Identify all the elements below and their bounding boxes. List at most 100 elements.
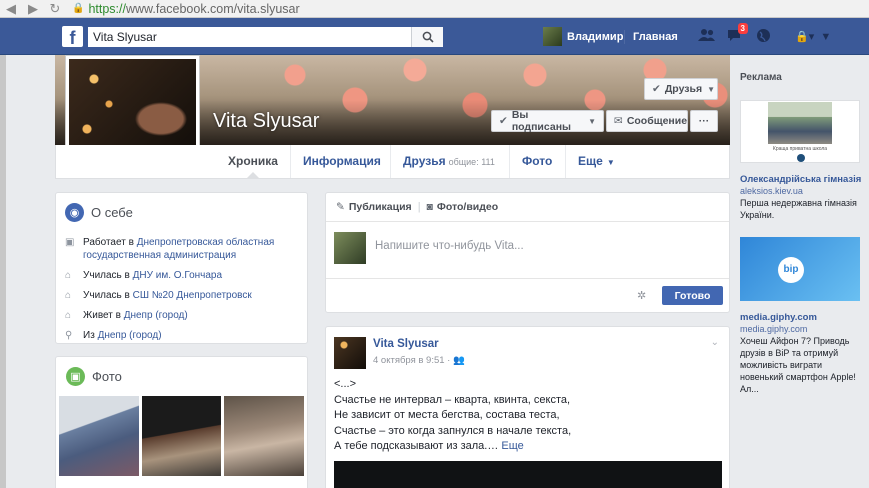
about-row-education-university: ⌂ Училась в ДНУ им. О.Гончара	[65, 269, 298, 282]
tab-label: Друзья	[403, 154, 446, 168]
about-prefix: Училась в	[83, 270, 133, 281]
composer-tab-media[interactable]: ◙ Фото/видео	[427, 201, 499, 213]
about-row-text: Училась в СШ №20 Днепропетровск	[83, 289, 252, 302]
address-bar[interactable]: https://www.facebook.com/vita.slyusar	[88, 2, 299, 16]
ad-text[interactable]: Олександрійська гімназія aleksios.kiev.u…	[740, 174, 865, 221]
subscribed-button-label: Вы подписаны	[511, 109, 572, 133]
search-input[interactable]	[88, 27, 411, 47]
chevron-down-icon: ▼	[588, 116, 596, 126]
about-title-text: О себе	[91, 205, 133, 220]
composer-tabs: ✎ Публикация | ◙ Фото/видео	[326, 193, 729, 222]
header-user-name: Владимир	[567, 30, 624, 43]
current-city-link[interactable]: Днепр (город)	[124, 310, 188, 321]
tab-label: Хроника	[228, 154, 278, 168]
post-body: <...> Счастье не интервал – кварта, квин…	[334, 377, 719, 455]
ad-image[interactable]: Краща приватна школа	[740, 100, 860, 163]
graduation-cap-icon: ⌂	[65, 270, 72, 281]
school-link[interactable]: СШ №20 Днепропетровск	[133, 290, 252, 301]
divider	[326, 278, 729, 279]
ad-url: aleksios.kiev.ua	[740, 186, 803, 196]
lock-icon: 🔒	[72, 3, 85, 14]
subscribed-button[interactable]: ✔ Вы подписаны ▼	[491, 109, 604, 133]
tab-about[interactable]: Информация	[290, 145, 393, 178]
right-rail: Реклама Краща приватна школа Олександрій…	[730, 55, 869, 488]
tab-photos[interactable]: Фото	[509, 145, 564, 178]
tab-label: Еще	[578, 154, 603, 168]
about-row-text: Живет в Днепр (город)	[83, 309, 188, 322]
photo-thumbnail[interactable]	[224, 396, 305, 476]
facebook-logo-icon[interactable]: f	[62, 26, 83, 48]
chevron-down-icon[interactable]: ⌄	[711, 337, 719, 348]
composer-tab-post-label: Публикация	[348, 201, 412, 213]
photo-thumbnail[interactable]	[59, 396, 139, 476]
privacy-shortcuts-icon[interactable]: 🔒▾ ▼	[795, 30, 831, 43]
profile-name[interactable]: Vita Slyusar	[213, 110, 319, 133]
briefcase-icon: ▣	[65, 237, 75, 248]
composer-input[interactable]: Напишите что-нибудь Vita...	[375, 240, 524, 252]
settings-icon[interactable]: ✲	[637, 289, 646, 302]
ad-body: Хочеш Айфон 7? Приводь друзів в ВіР та о…	[740, 336, 856, 394]
university-link[interactable]: ДНУ им. О.Гончара	[133, 270, 222, 281]
friends-button[interactable]: ✔ Друзья ▼	[644, 78, 718, 100]
post-media[interactable]	[334, 461, 722, 488]
ad-image[interactable]: bip	[740, 237, 860, 301]
post-line: Счастье – это когда запнулся в начале те…	[334, 424, 572, 437]
about-prefix: Из	[83, 330, 98, 341]
composer-tab-post[interactable]: ✎ Публикация	[336, 201, 412, 213]
globe-notifications-icon[interactable]	[752, 28, 774, 46]
reload-icon[interactable]: ↻	[44, 0, 66, 18]
tab-friends[interactable]: Друзья общие: 111	[390, 145, 507, 178]
notification-badge: 3	[737, 23, 748, 34]
search-icon[interactable]	[411, 27, 443, 47]
tab-more[interactable]: Еще ▼	[565, 145, 627, 178]
header-icons: 3	[696, 23, 780, 46]
location-pin-icon: ⚲	[65, 330, 73, 341]
submit-post-button[interactable]: Готово	[662, 286, 723, 305]
message-button[interactable]: ✉ Сообщение	[606, 110, 688, 132]
check-icon: ✔	[499, 115, 508, 127]
forward-arrow-icon[interactable]: ▶	[22, 0, 44, 18]
ad-body: Перша недержавна гімназія України.	[740, 198, 857, 220]
post-line: А тебе подсказывают из зала.… Еще	[334, 439, 719, 455]
hometown-link[interactable]: Днепр (город)	[98, 330, 162, 341]
photos-card: ▣ Фото	[55, 356, 308, 488]
about-row-education-school: ⌂ Училась в СШ №20 Днепропетровск	[65, 289, 298, 302]
about-row-text: Училась в ДНУ им. О.Гончара	[83, 269, 222, 282]
post-time[interactable]: 4 октября в 9:51 ·	[373, 355, 453, 366]
header-profile-link[interactable]: Владимир	[543, 27, 623, 46]
photo-thumbnail[interactable]	[141, 396, 222, 476]
messages-icon[interactable]: 3	[724, 23, 748, 46]
about-card: ◉ О себе ▣ Работает в Днепропетровская о…	[55, 192, 308, 344]
about-row-work: ▣ Работает в Днепропетровская областная …	[65, 236, 298, 262]
avatar[interactable]	[334, 337, 366, 369]
post-composer: ✎ Публикация | ◙ Фото/видео Напишите что-н…	[325, 192, 730, 313]
home-link[interactable]: Главная	[633, 31, 678, 43]
about-row-text: Работает в Днепропетровская областная го…	[83, 236, 298, 262]
back-arrow-icon[interactable]: ◀	[0, 0, 22, 18]
divider	[624, 30, 625, 44]
timeline-post: Vita Slyusar 4 октября в 9:51 · 👥 ⌄ <...…	[325, 326, 730, 488]
friend-requests-icon[interactable]	[696, 28, 718, 46]
ad-text[interactable]: media.giphy.com media.giphy.com Хочеш Ай…	[740, 312, 865, 395]
browser-toolbar: ◀ ▶ ↻ 🔒 https://www.facebook.com/vita.sl…	[0, 0, 869, 18]
about-prefix: Работает в	[83, 237, 137, 248]
avatar	[543, 27, 562, 46]
see-more-link[interactable]: Еще	[501, 440, 523, 452]
more-options-button[interactable]: ···	[690, 110, 718, 132]
mutual-friends-count: общие: 111	[448, 157, 495, 167]
tab-label: Информация	[303, 154, 381, 168]
photos-card-title[interactable]: ▣ Фото	[59, 367, 304, 386]
camera-icon: ◙	[426, 201, 433, 213]
tab-label: Фото	[522, 154, 553, 168]
post-line: <...>	[334, 378, 357, 390]
message-button-label: Сообщение	[626, 115, 688, 127]
photos-icon: ▣	[66, 367, 85, 386]
profile-tabs: Хроника Информация Друзья общие: 111 Фото…	[55, 145, 730, 179]
ads-heading: Реклама	[740, 72, 782, 83]
tab-timeline[interactable]: Хроника	[216, 145, 290, 178]
viber-logo-icon: bip	[778, 257, 804, 283]
ad-url: media.giphy.com	[740, 324, 808, 334]
post-author[interactable]: Vita Slyusar	[373, 338, 439, 350]
chevron-down-icon: ▼	[707, 84, 715, 94]
about-row-from: ⚲ Из Днепр (город)	[65, 329, 298, 342]
